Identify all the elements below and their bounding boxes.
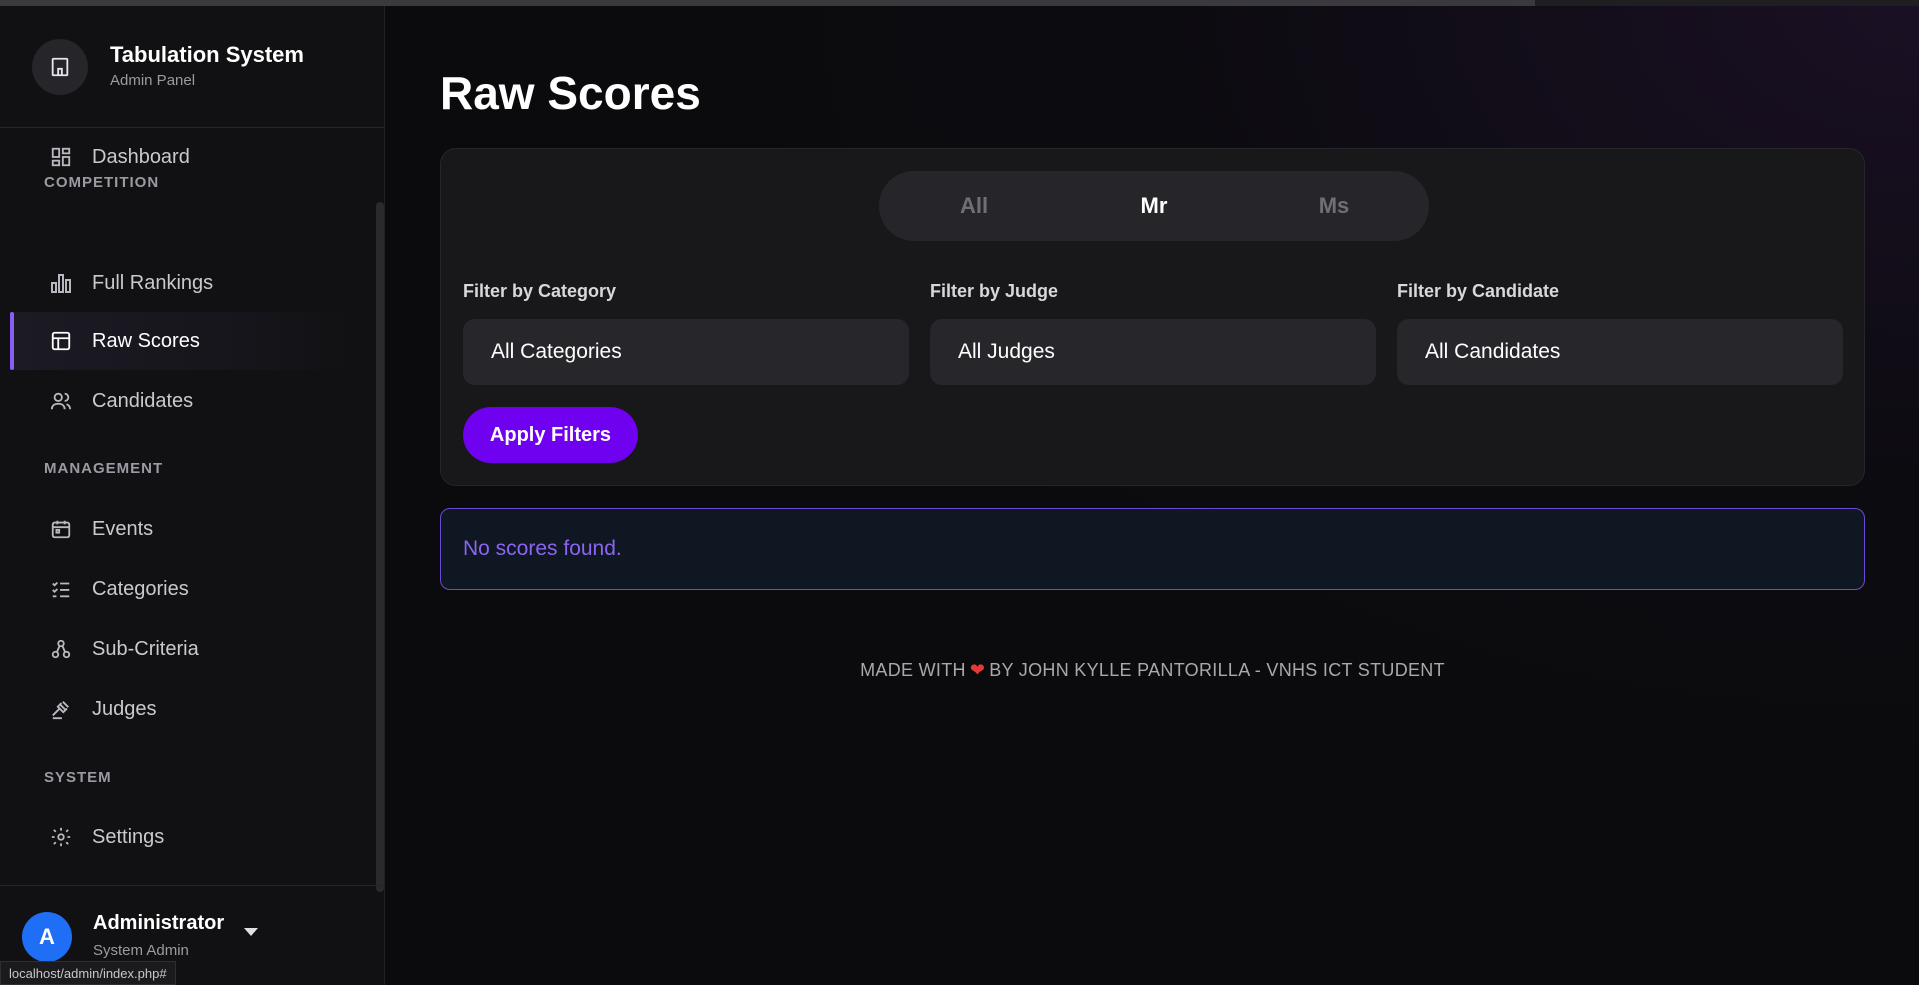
chevron-down-icon[interactable] (244, 928, 258, 936)
gear-icon (49, 825, 73, 849)
sidebar-item-events[interactable]: Events (10, 500, 350, 558)
candidate-select[interactable]: All Candidates (1397, 319, 1843, 385)
category-filter-label: Filter by Category (463, 281, 617, 301)
section-management: MANAGEMENT (44, 460, 164, 477)
brand-header: Tabulation System Admin Panel (0, 6, 385, 128)
apply-filters-button[interactable]: Apply Filters (463, 407, 638, 463)
sidebar-item-label: Settings (92, 825, 165, 848)
sidebar-item-label: Dashboard (92, 145, 190, 168)
sidebar-item-categories[interactable]: Categories (10, 560, 350, 618)
sidebar-item-settings[interactable]: Settings (10, 808, 350, 866)
status-bar-url: localhost/admin/index.php# (0, 961, 176, 985)
sidebar-item-label: Judges (92, 697, 157, 720)
sidebar-scrollbar[interactable] (376, 202, 384, 892)
sidebar-item-judges[interactable]: Judges (10, 680, 350, 738)
bar-chart-icon (49, 271, 73, 295)
sidebar-item-raw-scores[interactable]: Raw Scores (10, 312, 350, 370)
footer-credit: MADE WITH ❤ BY JOHN KYLLE PANTORILLA - VNH… (385, 660, 1919, 681)
sidebar-item-label: Raw Scores (92, 329, 200, 352)
sidebar-item-label: Categories (92, 577, 189, 600)
users-icon (49, 389, 73, 413)
sidebar-item-label: Sub-Criteria (92, 637, 199, 660)
category-select[interactable]: All Categories (463, 319, 909, 385)
gender-segmented-control: All Mr Ms (879, 171, 1429, 241)
avatar: A (22, 912, 72, 962)
empty-state-alert: No scores found. (440, 508, 1865, 590)
footer-prefix: MADE WITH (860, 660, 966, 680)
sidebar-item-candidates[interactable]: Candidates (10, 372, 350, 430)
segment-ms[interactable]: Ms (1244, 171, 1424, 241)
segment-mr[interactable]: Mr (1064, 171, 1244, 241)
judge-filter-label: Filter by Judge (930, 281, 1059, 301)
sidebar-item-sub-criteria[interactable]: Sub-Criteria (10, 620, 350, 678)
candidate-filter-label: Filter by Candidate (1397, 281, 1560, 301)
dashboard-icon (49, 145, 73, 169)
app-subtitle: Admin Panel (110, 72, 196, 89)
hierarchy-icon (49, 637, 73, 661)
calendar-icon (49, 517, 73, 541)
section-system: SYSTEM (44, 769, 112, 786)
building-icon (32, 39, 88, 95)
main-content: Raw Scores All Mr Ms Filter by Category … (385, 6, 1919, 985)
empty-state-message: No scores found. (463, 537, 622, 560)
app-title: Tabulation System (110, 42, 304, 67)
section-competition: COMPETITION (44, 174, 160, 191)
sidebar-item-full-rankings[interactable]: Full Rankings (10, 254, 350, 312)
page-title: Raw Scores (440, 67, 701, 119)
footer-suffix: BY JOHN KYLLE PANTORILLA - VNHS ICT STUD… (989, 660, 1445, 680)
sidebar: Tabulation System Admin Panel Dashboard … (0, 6, 385, 985)
user-role: System Admin (93, 942, 189, 959)
sidebar-item-label: Candidates (92, 389, 194, 412)
checklist-icon (49, 577, 73, 601)
sidebar-item-label: Events (92, 517, 154, 540)
table-icon (49, 329, 73, 353)
heart-icon: ❤ (969, 660, 986, 680)
judge-select[interactable]: All Judges (930, 319, 1376, 385)
gavel-icon (49, 697, 73, 721)
segment-all[interactable]: All (884, 171, 1064, 241)
sidebar-item-label: Full Rankings (92, 271, 214, 294)
filter-card: All Mr Ms Filter by Category All Categor… (440, 148, 1865, 486)
user-name: Administrator (93, 912, 225, 934)
